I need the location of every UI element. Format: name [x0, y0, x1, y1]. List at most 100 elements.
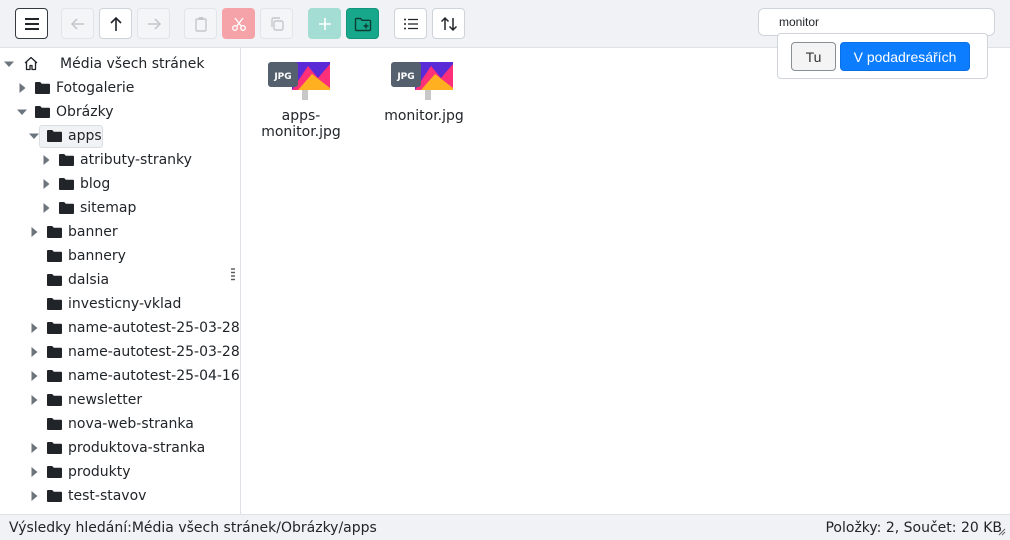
- chevron-right-icon[interactable]: [29, 321, 39, 335]
- folder-plus-icon: [354, 17, 371, 31]
- tree-item[interactable]: nova-web-stranka: [0, 412, 240, 436]
- jpg-thumbnail-icon: JPG: [268, 62, 330, 100]
- search-input[interactable]: monitor: [758, 8, 995, 36]
- menu-toggle-button[interactable]: [15, 8, 48, 39]
- folder-icon: [47, 250, 62, 262]
- folder-icon: [47, 370, 62, 382]
- chevron-down-icon[interactable]: [17, 105, 27, 119]
- tree-item[interactable]: dalsia: [0, 268, 240, 292]
- folder-tree: Média všech stránek Fotogalerie Obrázky ap…: [0, 48, 241, 514]
- back-button[interactable]: [61, 8, 94, 39]
- chevron-down-icon[interactable]: [29, 129, 39, 143]
- resize-grip-icon[interactable]: [998, 528, 1006, 536]
- tree-item-label: banner: [68, 224, 118, 240]
- tree-item[interactable]: produktova-stranka: [0, 436, 240, 460]
- arrow-left-icon: [70, 17, 84, 30]
- search-here-button[interactable]: Tu: [791, 42, 836, 71]
- folder-icon: [47, 418, 62, 430]
- file-list: JPG apps-monitor.jpg JPG monitor.jpg: [241, 48, 1010, 514]
- arrow-up-icon: [109, 16, 122, 31]
- tree-item[interactable]: test-stavov: [0, 484, 240, 508]
- tree-item[interactable]: sitemap: [0, 196, 240, 220]
- tree-item[interactable]: name-autotest-25-03-28-155: [0, 316, 240, 340]
- splitter-handle-icon[interactable]: [231, 267, 235, 281]
- tree-item-label: newsletter: [68, 392, 143, 408]
- tree-item-label: apps: [68, 128, 102, 144]
- tree-item-label: investicny-vklad: [68, 296, 182, 312]
- new-folder-button[interactable]: [346, 8, 379, 39]
- chevron-right-icon[interactable]: [29, 465, 39, 479]
- hamburger-icon: [24, 17, 39, 30]
- tree-item[interactable]: investicny-vklad: [0, 292, 240, 316]
- tree-item[interactable]: apps: [0, 124, 240, 148]
- tree-item-label: sitemap: [80, 200, 137, 216]
- tree-item[interactable]: newsletter: [0, 388, 240, 412]
- folder-icon: [47, 274, 62, 286]
- file-badge: JPG: [273, 72, 291, 82]
- tree-item-label: atributy-stranky: [80, 152, 192, 168]
- home-icon: [24, 56, 38, 71]
- chevron-right-icon[interactable]: [41, 201, 51, 215]
- tree-item[interactable]: bannery: [0, 244, 240, 268]
- tree-item[interactable]: Fotogalerie: [0, 76, 240, 100]
- tree-item-label: dalsia: [68, 272, 110, 288]
- plus-icon: [318, 17, 331, 30]
- clipboard-icon: [194, 16, 207, 32]
- status-bar: Výsledky hledání:Média všech stránek/Obr…: [0, 514, 1010, 540]
- tree-item-label: nova-web-stranka: [68, 416, 194, 432]
- sort-button[interactable]: [432, 8, 465, 39]
- cut-button[interactable]: [222, 8, 255, 39]
- paste-button[interactable]: [184, 8, 217, 39]
- status-path: Výsledky hledání:Média všech stránek/Obr…: [9, 520, 377, 536]
- tree-item-label: blog: [80, 176, 111, 192]
- folder-icon: [47, 490, 62, 502]
- forward-button[interactable]: [137, 8, 170, 39]
- folder-icon: [59, 178, 74, 190]
- view-list-button[interactable]: [394, 8, 427, 39]
- tree-item-label: name-autotest-25-04-16-091: [68, 368, 240, 384]
- tree-item-label: bannery: [68, 248, 126, 264]
- scissors-icon: [231, 17, 246, 31]
- folder-icon: [47, 346, 62, 358]
- folder-icon: [35, 106, 50, 118]
- tree-item[interactable]: produkty: [0, 460, 240, 484]
- up-button[interactable]: [99, 8, 132, 39]
- chevron-right-icon[interactable]: [29, 489, 39, 503]
- file-badge: JPG: [396, 72, 414, 82]
- new-file-button[interactable]: [308, 8, 341, 39]
- tree-item[interactable]: banner: [0, 220, 240, 244]
- copy-icon: [270, 16, 284, 31]
- chevron-right-icon[interactable]: [29, 393, 39, 407]
- folder-icon: [47, 322, 62, 334]
- search-subdirectories-button[interactable]: V podadresářích: [840, 42, 970, 71]
- tree-item-label: Fotogalerie: [56, 80, 135, 96]
- search-scope-popup: Tu V podadresářích: [777, 33, 988, 79]
- tree-item[interactable]: atributy-stranky: [0, 148, 240, 172]
- chevron-right-icon[interactable]: [41, 177, 51, 191]
- tree-item-label: name-autotest-25-03-28-155: [68, 320, 240, 336]
- jpg-thumbnail-icon: JPG: [391, 62, 453, 100]
- chevron-right-icon[interactable]: [29, 225, 39, 239]
- folder-icon: [47, 394, 62, 406]
- tree-item[interactable]: name-autotest-25-04-16-091: [0, 364, 240, 388]
- chevron-right-icon[interactable]: [41, 153, 51, 167]
- chevron-right-icon[interactable]: [29, 369, 39, 383]
- folder-icon: [35, 82, 50, 94]
- tree-root[interactable]: Média všech stránek: [0, 52, 240, 76]
- file-item[interactable]: JPG apps-monitor.jpg: [246, 60, 356, 140]
- folder-icon: [47, 130, 62, 142]
- tree-item[interactable]: blog: [0, 172, 240, 196]
- chevron-right-icon[interactable]: [29, 345, 39, 359]
- file-name: apps-monitor.jpg: [261, 108, 341, 140]
- folder-icon: [47, 298, 62, 310]
- folder-icon: [59, 154, 74, 166]
- chevron-down-icon[interactable]: [4, 57, 14, 71]
- tree-item[interactable]: name-autotest-25-03-28-160: [0, 340, 240, 364]
- sort-icon: [440, 16, 457, 31]
- tree-item-label: test-stavov: [68, 488, 147, 504]
- file-item[interactable]: JPG monitor.jpg: [369, 60, 479, 128]
- copy-button[interactable]: [260, 8, 293, 39]
- tree-item[interactable]: Obrázky: [0, 100, 240, 124]
- chevron-right-icon[interactable]: [29, 441, 39, 455]
- chevron-right-icon[interactable]: [17, 81, 27, 95]
